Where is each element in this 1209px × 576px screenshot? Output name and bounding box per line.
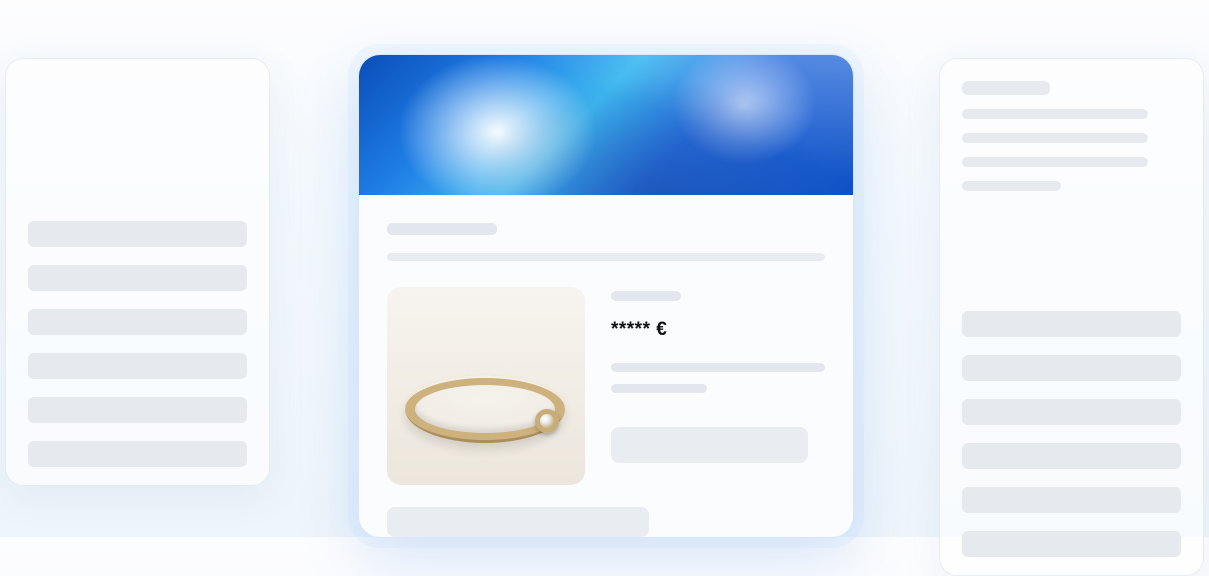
product-image [387, 287, 585, 485]
placeholder-line [962, 81, 1050, 95]
gem-icon [535, 409, 559, 433]
placeholder-row [28, 309, 247, 335]
template-preview-right [939, 58, 1204, 576]
email-body: ***** € [359, 195, 853, 537]
cta-button-placeholder[interactable] [611, 427, 808, 463]
email-banner-image [359, 55, 853, 195]
ring-icon [405, 375, 565, 443]
template-preview-left [5, 58, 270, 486]
placeholder-line [962, 181, 1061, 191]
placeholder-line [962, 133, 1148, 143]
product-block: ***** € [387, 287, 825, 485]
placeholder-row [28, 265, 247, 291]
placeholder-row [28, 221, 247, 247]
placeholder-row [387, 507, 649, 537]
placeholder-row [962, 399, 1181, 425]
placeholder-line [962, 157, 1148, 167]
placeholder-row [962, 443, 1181, 469]
placeholder-line [611, 363, 825, 372]
placeholder-subheading [387, 253, 825, 261]
template-gallery: ***** € [0, 0, 1209, 537]
template-preview-main[interactable]: ***** € [358, 54, 854, 538]
placeholder-row [28, 441, 247, 467]
placeholder-row [962, 487, 1181, 513]
placeholder-heading [387, 223, 497, 235]
placeholder-product-name [611, 291, 681, 301]
placeholder-line [611, 384, 707, 393]
product-info: ***** € [611, 287, 825, 485]
placeholder-row [962, 531, 1181, 557]
product-price: ***** € [611, 319, 825, 341]
placeholder-row [28, 353, 247, 379]
placeholder-group [962, 81, 1181, 191]
placeholder-row [28, 397, 247, 423]
placeholder-row [962, 311, 1181, 337]
placeholder-row [962, 355, 1181, 381]
placeholder-line [962, 109, 1148, 119]
